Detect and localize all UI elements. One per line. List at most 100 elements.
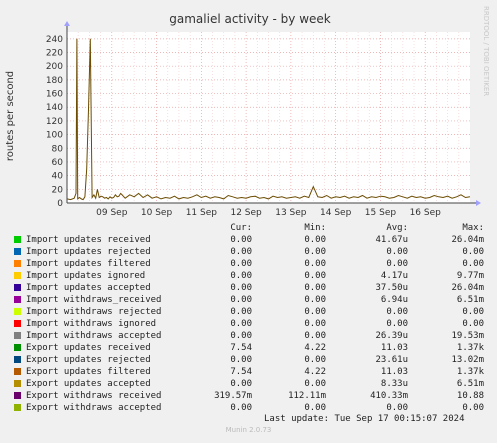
y-axis-label: routes per second: [5, 71, 16, 161]
x-tick-label: 16 Sep: [410, 208, 442, 218]
x-tick-label: 13 Sep: [275, 208, 307, 218]
legend-value-max: 10.88: [456, 391, 484, 401]
x-tick-label: 15 Sep: [365, 208, 397, 218]
watermark: RRDTOOL / TOBI OETIKER: [482, 6, 490, 96]
legend-swatch: [14, 392, 21, 399]
y-tick-label: 0: [57, 199, 63, 209]
y-tick-label: 160: [46, 90, 63, 100]
legend-value-cur: 0.00: [230, 271, 252, 281]
legend-value-cur: 0.00: [230, 319, 252, 329]
legend-swatch: [14, 260, 21, 267]
legend-value-min: 0.00: [304, 259, 326, 269]
chart: 0 20 40 60 80 100 120 140 160 180 200 220 240 09 Sep…: [5, 6, 490, 218]
legend-value-avg: 11.03: [380, 343, 408, 353]
x-tick-label: 12 Sep: [230, 208, 262, 218]
legend-value-max: 0.00: [462, 259, 484, 269]
legend-swatch: [14, 356, 21, 363]
legend-value-cur: 7.54: [230, 367, 252, 377]
legend-value-min: 0.00: [304, 295, 326, 305]
legend-series-name: Import updates accepted: [26, 283, 151, 293]
legend-value-min: 0.00: [304, 403, 326, 413]
legend-series-name: Import withdraws accepted: [26, 331, 162, 341]
legend-value-avg: 4.17u: [380, 271, 408, 281]
legend-value-avg: 0.00: [386, 259, 408, 269]
legend-swatch: [14, 272, 21, 279]
legend-value-max: 0.00: [462, 319, 484, 329]
legend-series-name: Export updates filtered: [26, 367, 151, 377]
legend-row: Export withdraws received 319.57m 112.11m 4…: [0, 390, 497, 402]
legend-value-avg: 41.67u: [375, 235, 408, 245]
x-tick-label: 10 Sep: [141, 208, 173, 218]
legend-series-name: Import updates rejected: [26, 247, 151, 257]
legend-value-cur: 0.00: [230, 379, 252, 389]
legend-value-max: 0.00: [462, 247, 484, 257]
legend-value-avg: 23.61u: [375, 355, 408, 365]
legend-value-avg: 0.00: [386, 247, 408, 257]
legend-value-cur: 0.00: [230, 331, 252, 341]
legend-row: Import withdraws rejected 0.00 0.00 0.00 0.0…: [0, 306, 497, 318]
y-tick-label: 80: [52, 144, 64, 154]
y-tick-label: 180: [46, 76, 63, 86]
x-tick-labels: 09 Sep 10 Sep 11 Sep 12 Sep 13 Sep 14 Sep 15 S…: [96, 208, 441, 218]
legend-swatch: [14, 368, 21, 375]
legend-series-name: Import withdraws ignored: [26, 319, 157, 329]
y-tick-label: 240: [46, 35, 63, 45]
legend-series-name: Import updates filtered: [26, 259, 151, 269]
last-update: Last update: Tue Sep 17 00:15:07 2024: [264, 414, 465, 424]
legend-value-max: 13.02m: [451, 355, 484, 365]
x-tick-label: 14 Sep: [320, 208, 352, 218]
legend-series-name: Export updates received: [26, 343, 151, 353]
legend-value-avg: 26.39u: [375, 331, 408, 341]
y-axis-arrow: [64, 21, 70, 26]
legend-value-min: 0.00: [304, 331, 326, 341]
legend-series-name: Import updates received: [26, 235, 151, 245]
legend-series-name: Import withdraws_received: [26, 295, 162, 305]
legend-series-name: Import withdraws rejected: [26, 307, 162, 317]
legend-value-min: 0.00: [304, 379, 326, 389]
legend-value-max: 6.51m: [456, 295, 484, 305]
legend-value-min: 0.00: [304, 355, 326, 365]
legend-value-min: 0.00: [304, 283, 326, 293]
y-tick-label: 200: [46, 62, 63, 72]
legend-row: Export updates accepted 0.00 0.00 8.33u 6.51…: [0, 378, 497, 390]
legend-swatch: [14, 236, 21, 243]
x-axis-arrow: [476, 200, 481, 206]
legend-header-cur: Cur:: [230, 223, 252, 233]
legend-value-max: 1.37k: [456, 367, 484, 377]
legend-header-avg: Avg:: [386, 223, 408, 233]
legend-row: Import withdraws ignored 0.00 0.00 0.00 0.00: [0, 318, 497, 330]
legend-value-min: 0.00: [304, 271, 326, 281]
legend-row: Export updates received 7.54 4.22 11.03 1.37…: [0, 342, 497, 354]
legend-series-name: Export updates rejected: [26, 355, 151, 365]
legend-value-min: 4.22: [304, 343, 326, 353]
legend-value-cur: 7.54: [230, 343, 252, 353]
x-tick-label: 11 Sep: [186, 208, 218, 218]
legend-value-cur: 0.00: [230, 235, 252, 245]
legend-row: Import withdraws accepted 0.00 0.00 26.39u 1…: [0, 330, 497, 342]
legend-header-min: Min:: [304, 223, 326, 233]
legend-row: Import updates received 0.00 0.00 41.67u 26.…: [0, 234, 497, 246]
y-tick-label: 20: [52, 185, 64, 195]
legend-row: Import updates rejected 0.00 0.00 0.00 0.00: [0, 246, 497, 258]
legend-row: Import withdraws_received 0.00 0.00 6.94u 6.…: [0, 294, 497, 306]
legend-value-max: 6.51m: [456, 379, 484, 389]
y-tick-label: 120: [46, 117, 63, 127]
legend-row: Import updates accepted 0.00 0.00 37.50u 26.…: [0, 282, 497, 294]
legend-value-cur: 0.00: [230, 247, 252, 257]
legend-header-max: Max:: [462, 223, 484, 233]
legend-value-min: 4.22: [304, 367, 326, 377]
legend-swatch: [14, 308, 21, 315]
legend-value-cur: 0.00: [230, 295, 252, 305]
legend-value-min: 0.00: [304, 319, 326, 329]
legend-value-max: 19.53m: [451, 331, 484, 341]
legend-value-avg: 410.33m: [370, 391, 408, 401]
y-tick-label: 140: [46, 103, 63, 113]
legend-value-cur: 0.00: [230, 307, 252, 317]
legend-value-avg: 0.00: [386, 403, 408, 413]
legend-value-min: 0.00: [304, 235, 326, 245]
y-tick-labels: 0 20 40 60 80 100 120 140 160 180 200 220 240: [46, 35, 63, 209]
legend-value-cur: 0.00: [230, 259, 252, 269]
legend-series-name: Export withdraws received: [26, 391, 162, 401]
legend-swatch: [14, 344, 21, 351]
legend-value-cur: 0.00: [230, 283, 252, 293]
